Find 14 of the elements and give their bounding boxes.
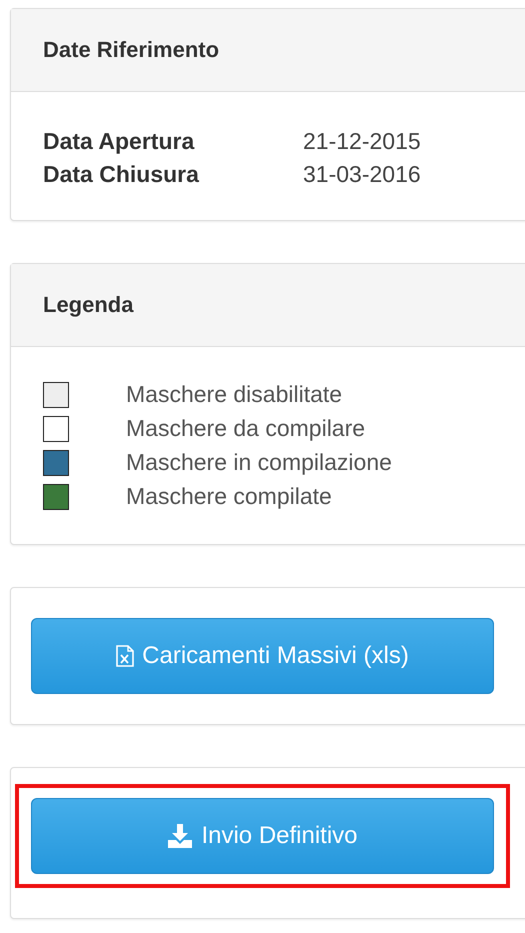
legend-label: Maschere da compilare bbox=[126, 415, 366, 442]
legend-label: Maschere in compilazione bbox=[126, 449, 392, 476]
download-icon bbox=[167, 823, 194, 849]
field-label: Data Chiusura bbox=[43, 161, 200, 188]
action-button[interactable]: Invio Definitivo bbox=[31, 798, 494, 874]
action-button[interactable]: Caricamenti Massivi (xls) bbox=[31, 618, 494, 694]
field-value: 21-12-2015 bbox=[303, 128, 422, 155]
spreadsheet-file-icon bbox=[116, 645, 134, 667]
legend-label: Maschere disabilitate bbox=[126, 381, 342, 408]
panel-title: Legenda bbox=[43, 292, 134, 317]
field-value: 31-03-2016 bbox=[303, 161, 422, 188]
field-label: Data Apertura bbox=[43, 128, 196, 155]
legend-label: Maschere compilate bbox=[126, 483, 332, 510]
panel-title: Date Riferimento bbox=[43, 37, 220, 62]
